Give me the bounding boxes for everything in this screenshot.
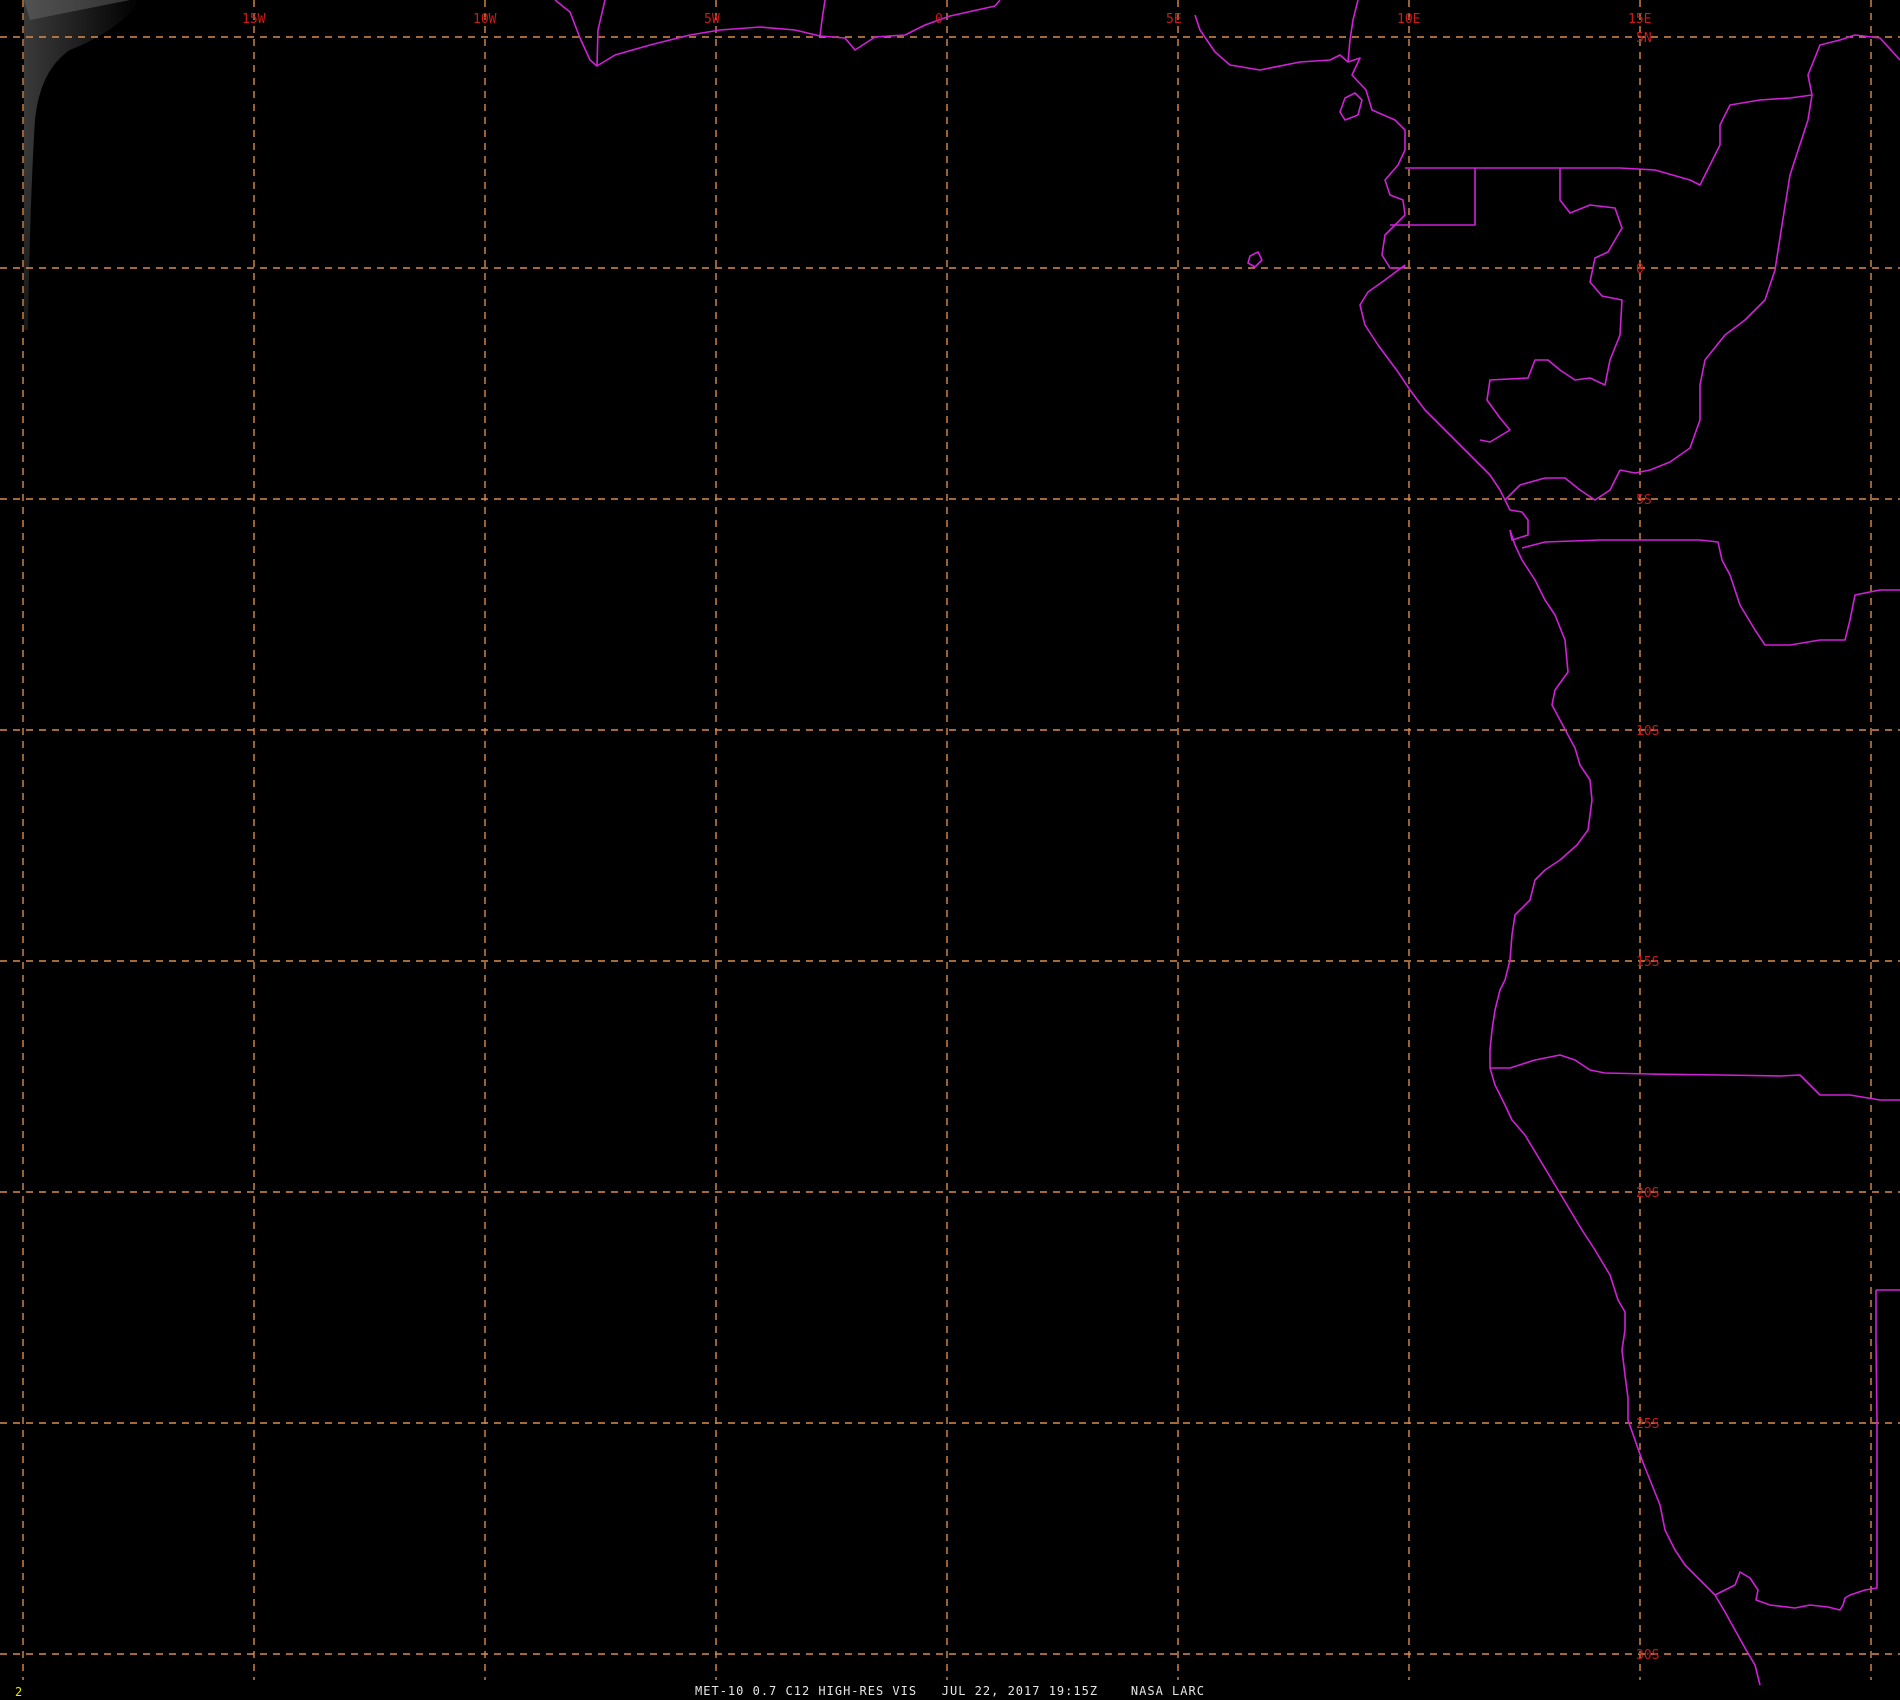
political-boundaries [554,0,1900,1686]
latitude-label: 0 [1636,262,1644,277]
longitude-label: 15E [1628,12,1651,27]
angola-namibia-border [1490,1054,1900,1101]
congo-border [1560,34,1900,186]
latitude-label: 30S [1636,1648,1659,1663]
congo-coast-border [1504,469,1621,501]
gabon-coast [1359,264,1506,501]
satellite-map: 15W 10W 5W 0 5E 10E 15E 5N 0 5S 10S 15S 20S 25S 30S ME… [0,0,1900,1700]
west-africa-border-2 [819,0,826,37]
graticule-labels: 15W 10W 5W 0 5E 10E 15E 5N 0 5S 10S 15S 20S 25S 30S [242,12,1659,1663]
longitude-label: 10E [1397,12,1420,27]
latitude-label: 20S [1636,1186,1659,1201]
latitude-label: 10S [1636,724,1659,739]
longitude-label: 10W [473,12,497,27]
latitude-label: 15S [1636,955,1659,970]
map-canvas: 15W 10W 5W 0 5E 10E 15E 5N 0 5S 10S 15S 20S 25S 30S [0,0,1900,1686]
west-africa-border-1 [596,0,606,67]
orange-river-border [1714,1571,1878,1611]
bioko-island [1339,92,1363,121]
longitude-label: 5E [1166,12,1182,27]
gulf-of-guinea-coast [1194,14,1406,269]
namibia-botswana-border [1875,1290,1878,1588]
longitude-label: 5W [704,12,720,27]
graticule [0,0,1900,1680]
cameroon-border [1347,0,1359,63]
longitude-label: 0 [935,12,943,27]
latitude-label: 5N [1636,31,1652,46]
sao-tome-island [1247,251,1263,268]
cloud-haze [22,0,140,330]
frame-number: 2 [15,1685,23,1699]
latitude-label: 25S [1636,1417,1659,1432]
image-caption: MET-10 0.7 C12 HIGH-RES VIS JUL 22, 2017… [695,1684,1205,1698]
drc-angola-border [1521,539,1900,646]
angola-coastline [1489,529,1593,1068]
cabinda-border [1504,499,1529,541]
longitude-label: 15W [242,12,266,27]
west-africa-coastline [554,0,1001,67]
gabon-border [1475,167,1623,443]
latitude-label: 5S [1636,493,1652,508]
